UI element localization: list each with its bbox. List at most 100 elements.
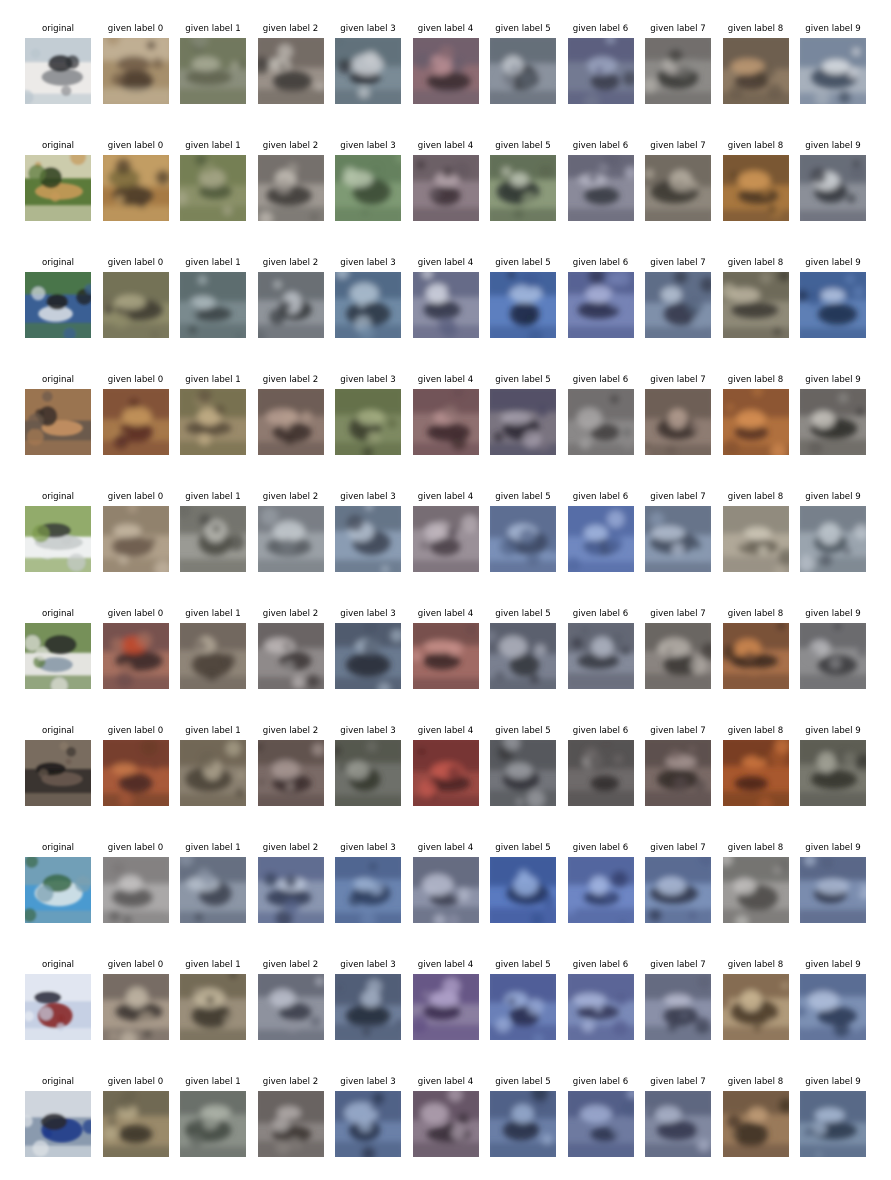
generated-image bbox=[645, 1091, 711, 1157]
generated-image bbox=[257, 38, 324, 104]
generated-image bbox=[567, 272, 634, 338]
generated-cell: given label 7 bbox=[645, 141, 711, 221]
generated-cell: given label 7 bbox=[645, 258, 711, 338]
generated-cell: given label 2 bbox=[257, 375, 324, 455]
generated-image bbox=[257, 506, 324, 572]
generated-image bbox=[490, 623, 556, 689]
generated-cell: given label 4 bbox=[412, 375, 479, 455]
generated-image bbox=[180, 506, 246, 572]
generated-image bbox=[800, 506, 866, 572]
generated-cell: given label 1 bbox=[180, 141, 246, 221]
generated-image bbox=[645, 974, 711, 1040]
generated-cell: given label 8 bbox=[722, 258, 789, 338]
generated-cell: given label 9 bbox=[800, 843, 866, 923]
generated-cell: given label 3 bbox=[335, 141, 401, 221]
original-image bbox=[25, 389, 91, 455]
generated-cell: given label 2 bbox=[257, 492, 324, 572]
generated-image bbox=[490, 1091, 556, 1157]
generated-image bbox=[800, 38, 866, 104]
generated-image bbox=[412, 389, 479, 455]
generated-image bbox=[722, 389, 789, 455]
generated-cell: given label 2 bbox=[257, 960, 324, 1040]
generated-cell: given label 6 bbox=[567, 1077, 634, 1157]
generated-cell: given label 3 bbox=[335, 375, 401, 455]
generated-image bbox=[257, 155, 324, 221]
given-label: given label 9 bbox=[805, 141, 861, 151]
generated-image bbox=[567, 389, 634, 455]
generated-image bbox=[645, 623, 711, 689]
generated-image bbox=[722, 974, 789, 1040]
generated-cell: given label 9 bbox=[800, 609, 866, 689]
generated-cell: given label 4 bbox=[412, 24, 479, 104]
generated-image bbox=[490, 272, 556, 338]
generated-cell: given label 9 bbox=[800, 726, 866, 806]
generated-cell: given label 0 bbox=[102, 492, 169, 572]
generated-cell: given label 8 bbox=[722, 1077, 789, 1157]
generated-cell: given label 5 bbox=[490, 1077, 556, 1157]
original-image bbox=[25, 38, 91, 104]
generated-cell: given label 9 bbox=[800, 258, 866, 338]
generated-cell: given label 4 bbox=[412, 609, 479, 689]
generated-cell: given label 3 bbox=[335, 492, 401, 572]
generated-image bbox=[257, 857, 324, 923]
generated-image bbox=[722, 740, 789, 806]
generated-cell: given label 6 bbox=[567, 726, 634, 806]
generated-cell: given label 6 bbox=[567, 960, 634, 1040]
generated-image bbox=[257, 272, 324, 338]
generated-image bbox=[257, 740, 324, 806]
generated-cell: given label 2 bbox=[257, 258, 324, 338]
generated-cell: given label 7 bbox=[645, 1077, 711, 1157]
original-image bbox=[25, 155, 91, 221]
generated-cell: given label 3 bbox=[335, 960, 401, 1040]
generated-cell: given label 4 bbox=[412, 843, 479, 923]
generated-image bbox=[102, 155, 169, 221]
generated-image bbox=[490, 389, 556, 455]
generated-image bbox=[567, 740, 634, 806]
generated-image bbox=[335, 1091, 401, 1157]
generated-cell: given label 2 bbox=[257, 843, 324, 923]
generated-cell: given label 2 bbox=[257, 24, 324, 104]
generated-cell: given label 8 bbox=[722, 609, 789, 689]
generated-image bbox=[180, 1091, 246, 1157]
generated-image bbox=[567, 38, 634, 104]
generated-cell: given label 2 bbox=[257, 726, 324, 806]
generated-image bbox=[490, 155, 556, 221]
generated-cell: given label 6 bbox=[567, 375, 634, 455]
generated-cell: given label 1 bbox=[180, 843, 246, 923]
original-cell: original bbox=[25, 141, 91, 221]
generated-image bbox=[567, 974, 634, 1040]
generated-cell: given label 7 bbox=[645, 726, 711, 806]
generated-image bbox=[722, 506, 789, 572]
generated-cell: given label 3 bbox=[335, 843, 401, 923]
generated-image bbox=[335, 857, 401, 923]
original-cell: original bbox=[25, 1077, 91, 1157]
generated-image bbox=[645, 155, 711, 221]
generated-image bbox=[412, 974, 479, 1040]
generated-image bbox=[102, 38, 169, 104]
generated-image bbox=[335, 740, 401, 806]
generated-image bbox=[412, 155, 479, 221]
generated-cell: given label 1 bbox=[180, 726, 246, 806]
generated-cell: given label 2 bbox=[257, 609, 324, 689]
generated-image bbox=[180, 974, 246, 1040]
generated-image bbox=[567, 155, 634, 221]
given-label: given label 9 bbox=[805, 960, 861, 970]
generated-cell: given label 5 bbox=[490, 24, 556, 104]
original-cell: original bbox=[25, 609, 91, 689]
generated-cell: given label 9 bbox=[800, 24, 866, 104]
original-cell: original bbox=[25, 24, 91, 104]
generated-image bbox=[102, 623, 169, 689]
generated-image bbox=[335, 623, 401, 689]
generated-image bbox=[645, 740, 711, 806]
generated-cell: given label 0 bbox=[102, 24, 169, 104]
generated-image bbox=[412, 272, 479, 338]
generated-image bbox=[567, 857, 634, 923]
generated-image bbox=[567, 1091, 634, 1157]
generated-image bbox=[567, 623, 634, 689]
generated-image bbox=[102, 974, 169, 1040]
generated-image bbox=[335, 155, 401, 221]
generated-image bbox=[645, 506, 711, 572]
generated-cell: given label 6 bbox=[567, 492, 634, 572]
generated-cell: given label 8 bbox=[722, 141, 789, 221]
generated-image bbox=[412, 857, 479, 923]
